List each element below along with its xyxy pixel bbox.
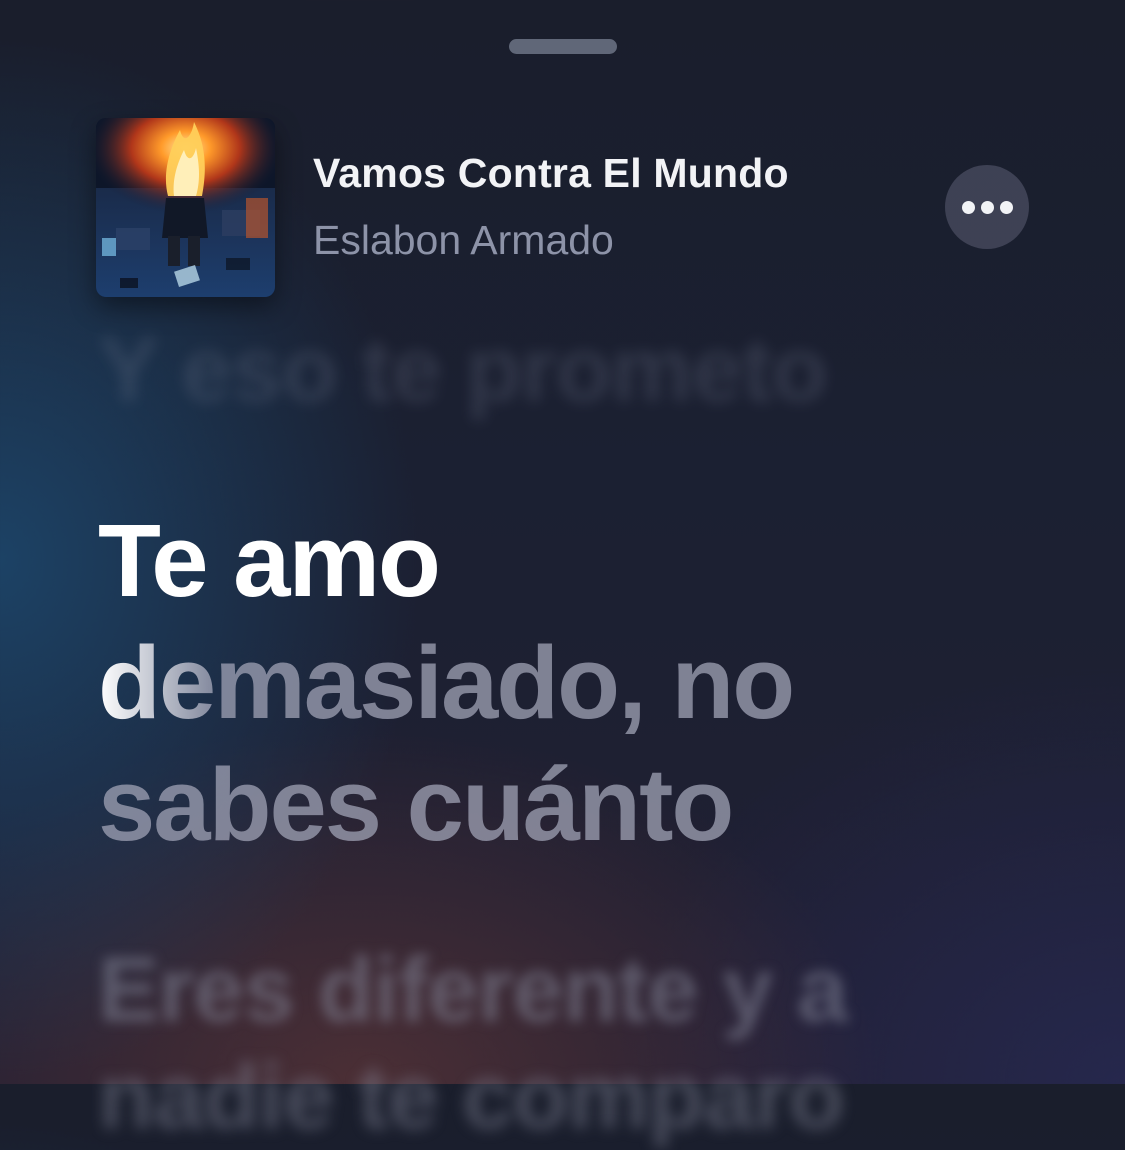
ellipsis-icon xyxy=(961,200,975,214)
more-options-button[interactable] xyxy=(945,165,1029,249)
song-title[interactable]: Vamos Contra El Mundo xyxy=(313,150,789,197)
lyric-line-next[interactable]: Eres diferente y a xyxy=(98,935,848,1045)
now-playing-header: Vamos Contra El Mundo Eslabon Armado xyxy=(96,118,1036,298)
ellipsis-icon xyxy=(999,200,1013,214)
album-art-image xyxy=(96,118,275,297)
lyric-sung-text: Te amo xyxy=(98,503,441,618)
lyric-transition-text: de xyxy=(98,625,216,740)
lyric-line-previous[interactable]: Y eso te prometo xyxy=(98,318,828,423)
lyric-unsung-text: masiado, no xyxy=(214,625,795,740)
album-art[interactable] xyxy=(96,118,275,297)
sheet-grabber-handle[interactable] xyxy=(509,39,617,54)
lyric-line-current[interactable]: Te amo demasiado, no sabes cuánto xyxy=(98,500,795,866)
lyric-line-next-partial[interactable]: nadie te comparo xyxy=(98,1045,845,1150)
lyric-unsung-text-2: sabes cuánto xyxy=(98,747,734,862)
ellipsis-icon xyxy=(980,200,994,214)
song-artist[interactable]: Eslabon Armado xyxy=(313,217,614,264)
